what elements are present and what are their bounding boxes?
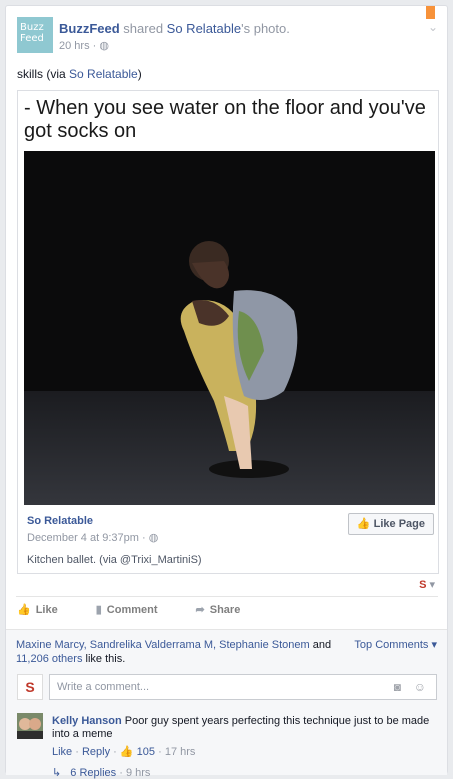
chevron-down-icon[interactable]: ⌄ (428, 20, 438, 34)
comment-time: 17 hrs (164, 746, 196, 758)
commenter-avatar[interactable] (17, 713, 43, 739)
author-link[interactable]: BuzzFeed (59, 21, 120, 36)
thumbs-up-icon: 👍 (119, 746, 134, 758)
like-page-button[interactable]: 👍 Like Page (347, 513, 434, 535)
bookmark-icon[interactable] (426, 6, 435, 23)
view-replies-link[interactable]: ↳ 6 Replies · 9 hrs (52, 766, 150, 779)
camera-icon[interactable]: ◙ (394, 675, 401, 699)
likers-sentence: Maxine Marcy, Sandrelika Valderrama M, S… (16, 639, 332, 665)
comment-meta: Like · Reply · 👍 105 · 17 hrs (52, 746, 196, 758)
share-icon: ➦ (195, 604, 205, 616)
shared-photo-card[interactable]: - When you see water on the floor and yo… (17, 90, 439, 574)
post-header: BuzzFeed shared So Relatable's photo. (59, 21, 290, 36)
comment-button[interactable]: ▮ Comment (95, 603, 158, 617)
chevron-down-icon: ▾ (431, 639, 437, 651)
comment-icon: ▮ (95, 604, 102, 616)
shared-source-name[interactable]: So Relatable (27, 515, 93, 527)
meme-text: - When you see water on the floor and yo… (24, 97, 426, 142)
shared-suffix: 's photo. (241, 21, 290, 36)
comment-reply-link[interactable]: Reply (82, 746, 110, 758)
shared-verb: shared (123, 21, 164, 36)
post-as-selector[interactable]: S ▾ (419, 578, 435, 591)
comment-like-count[interactable]: 105 (137, 746, 155, 758)
globe-icon: ◍ (148, 532, 159, 544)
thumbs-up-icon: 👍 (17, 604, 31, 616)
logo-line-2: Feed (20, 33, 44, 44)
divider (16, 596, 438, 597)
author-avatar[interactable]: Buzz Feed (17, 17, 53, 53)
page-logo-icon: S (25, 679, 35, 695)
logo-line-1: Buzz (20, 22, 44, 33)
share-button[interactable]: ➦ Share (195, 603, 241, 617)
chevron-down-icon: ▾ (429, 579, 435, 591)
reply-arrow-icon: ↳ (52, 767, 62, 779)
comment-author[interactable]: Kelly Hanson (52, 715, 122, 727)
post-card: ⌄ Buzz Feed BuzzFeed shared So Relatable… (5, 5, 448, 779)
shared-source-time: December 4 at 9:37pm · ◍ (27, 532, 159, 544)
source-link[interactable]: So Relatable (167, 21, 241, 36)
comment-input[interactable]: Write a comment... ◙ ☺ (49, 674, 437, 700)
comment-like-link[interactable]: Like (52, 746, 72, 758)
post-time[interactable]: 20 hrs (59, 40, 90, 52)
feedback-section: Maxine Marcy, Sandrelika Valderrama M, S… (6, 629, 447, 779)
current-user-avatar: S (17, 674, 43, 700)
thumbs-up-icon: 👍 (356, 518, 371, 530)
globe-icon: ◍ (99, 40, 109, 52)
caption-source-link[interactable]: So Relatable (69, 67, 138, 81)
shared-description: Kitchen ballet. (via @Trixi_MartiniS) (27, 554, 202, 566)
likers-names[interactable]: Maxine Marcy, Sandrelika Valderrama M, S… (16, 639, 310, 651)
meme-photo[interactable] (24, 151, 435, 505)
smile-icon[interactable]: ☺ (414, 675, 426, 699)
comment-body: Kelly Hanson Poor guy spent years perfec… (52, 715, 432, 741)
page-logo-icon: S (419, 579, 427, 591)
likers-others-link[interactable]: 11,206 others (16, 653, 82, 665)
post-meta: 20 hrs · ◍ (59, 40, 109, 52)
top-comments-dropdown[interactable]: Top Comments ▾ (354, 638, 437, 651)
action-bar: 👍 Like ▮ Comment ➦ Share (17, 603, 278, 617)
like-button[interactable]: 👍 Like (17, 603, 58, 617)
post-caption: skills (via So Relatable) (17, 67, 142, 81)
